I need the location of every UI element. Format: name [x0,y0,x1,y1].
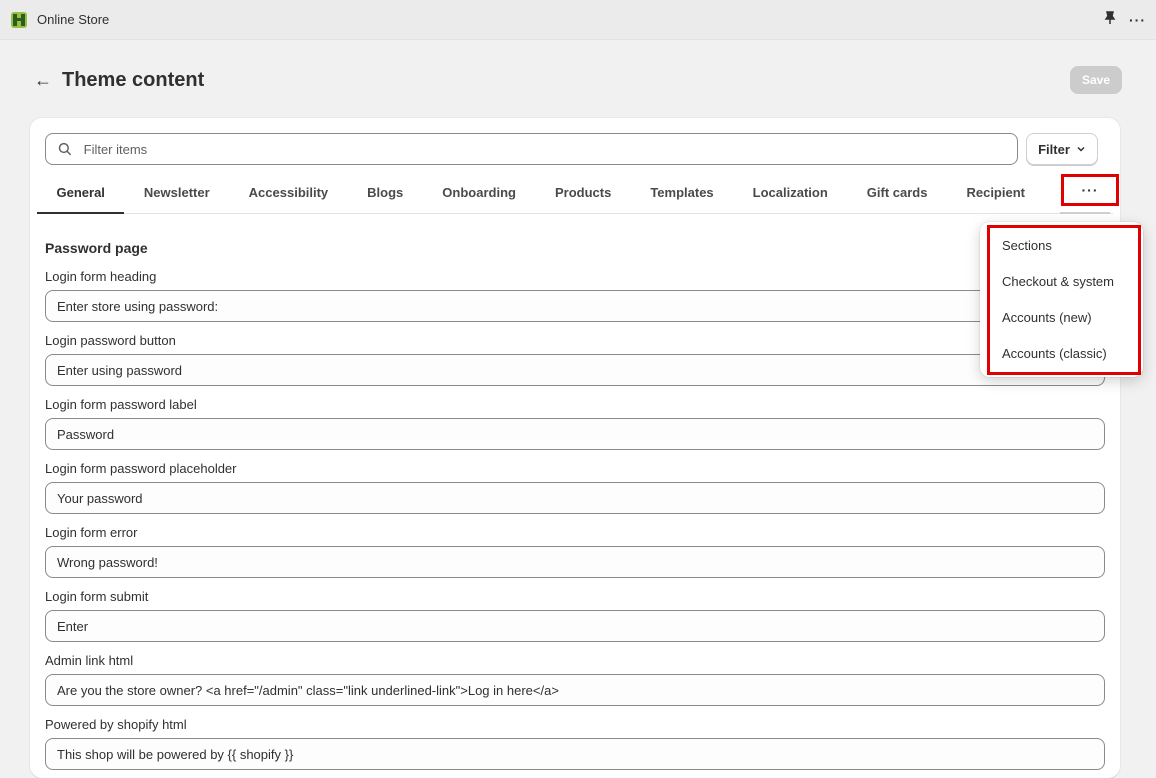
tab-bar: General Newsletter Accessibility Blogs O… [37,172,1113,214]
field-label: Login form heading [45,269,157,284]
field-label: Powered by shopify html [45,717,187,732]
tab-newsletter[interactable]: Newsletter [124,172,229,213]
tab-products[interactable]: Products [535,172,630,213]
login-form-password-label-input[interactable]: Password [45,418,1105,450]
more-tabs-button[interactable]: ··· [1061,174,1119,206]
powered-by-shopify-html-input[interactable]: This shop will be powered by {{ shopify … [45,738,1105,770]
dropdown-item-accounts-new[interactable]: Accounts (new) [1002,310,1092,325]
page-header: ← Theme content Save [34,64,1122,96]
login-form-password-placeholder-input[interactable]: Your password [45,482,1105,514]
login-form-error-input[interactable]: Wrong password! [45,546,1105,578]
tab-onboarding[interactable]: Onboarding [423,172,536,213]
tab-general[interactable]: General [37,172,125,214]
more-tabs-dropdown: Sections Checkout & system Accounts (new… [980,222,1143,377]
online-store-icon [11,11,27,28]
search-icon [58,142,72,156]
field-label: Login form password label [45,397,197,412]
dropdown-item-accounts-classic[interactable]: Accounts (classic) [1002,346,1107,361]
back-arrow-icon[interactable]: ← [34,70,52,91]
dropdown-item-sections[interactable]: Sections [1002,238,1052,253]
field-label: Login form error [45,525,138,540]
tab-recipient[interactable]: Recipient [947,172,1045,213]
filter-label: Filter [1038,141,1070,157]
section-title: Password page [45,240,148,256]
tab-templates[interactable]: Templates [631,172,733,213]
theme-content-card: Filter General Newsletter Accessibility … [30,118,1120,778]
tab-accessibility[interactable]: Accessibility [229,172,348,213]
filter-button[interactable]: Filter [1026,133,1098,165]
more-tab-underline [1060,212,1110,214]
admin-link-html-input[interactable]: Are you the store owner? <a href="/admin… [45,674,1105,706]
page-title: Theme content [62,68,205,91]
field-label: Admin link html [45,653,134,668]
login-form-heading-input[interactable]: Enter store using password: [45,290,1105,322]
filter-items-search[interactable] [45,133,1018,165]
field-label: Login form submit [45,589,149,604]
search-input[interactable] [83,141,1005,157]
login-password-button-input[interactable]: Enter using password [45,354,1105,386]
dropdown-item-checkout-system[interactable]: Checkout & system [1002,274,1114,289]
save-button[interactable]: Save [1070,66,1122,94]
tab-gift-cards[interactable]: Gift cards [847,172,947,213]
login-form-submit-input[interactable]: Enter [45,610,1105,642]
tab-blogs[interactable]: Blogs [348,172,423,213]
tab-localization[interactable]: Localization [733,172,847,213]
field-label: Login password button [45,333,176,348]
app-name: Online Store [37,12,110,27]
chevron-down-icon [1077,146,1085,152]
more-actions-icon[interactable]: ··· [1129,12,1146,28]
field-label: Login form password placeholder [45,461,237,476]
app-topbar: Online Store ··· [0,0,1156,40]
pin-icon[interactable] [1103,11,1117,28]
